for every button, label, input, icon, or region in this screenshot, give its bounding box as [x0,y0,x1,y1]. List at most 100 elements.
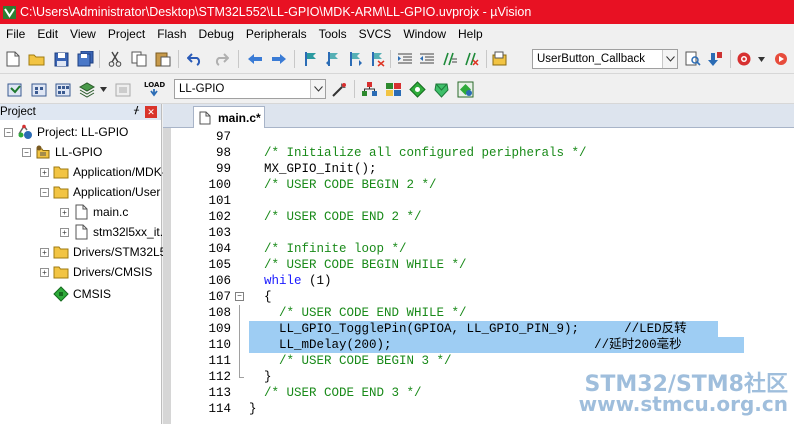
target-options-icon[interactable] [330,80,348,98]
redo-icon[interactable] [212,50,230,68]
menu-help[interactable]: Help [452,27,489,41]
uncomment-selection-icon[interactable] [462,50,480,68]
menu-peripherals[interactable]: Peripherals [240,27,313,41]
collapse-icon[interactable]: − [4,127,13,137]
collapse-icon[interactable]: − [40,187,49,197]
tree-item-group[interactable]: − Application/User [40,182,160,202]
code-line-highlighted: 110 LL_mDelay(200); //延时200毫秒 [163,337,794,353]
close-icon[interactable]: ✕ [145,106,157,118]
tree-item-group[interactable]: + Drivers/CMSIS [40,262,152,282]
navigate-back-icon[interactable] [246,50,264,68]
unindent-icon[interactable] [418,50,436,68]
expand-icon[interactable]: + [40,267,49,277]
save-icon[interactable] [52,50,70,68]
line-number: 112 [208,370,231,384]
tree-item-file[interactable]: + main.c [60,202,128,222]
code-line-highlighted: 109 LL_GPIO_TogglePin(GPIOA, LL_GPIO_PIN… [163,321,794,337]
tree-item-label: stm32l5xx_it.c [93,225,170,239]
project-pane-title: Project [0,106,36,118]
undo-icon[interactable] [186,50,204,68]
manage-rte-icon[interactable] [384,80,402,98]
code-text: /* Infinite loop */ [249,242,407,256]
next-bookmark-icon[interactable] [346,50,364,68]
line-number: 98 [215,146,231,160]
navigate-forward-icon[interactable] [270,50,288,68]
menu-flash[interactable]: Flash [151,27,192,41]
collapse-icon[interactable]: − [22,147,31,157]
code-line: 99 MX_GPIO_Init(); [163,161,794,177]
tree-item-cmsis[interactable]: CMSIS [53,284,111,304]
save-all-icon[interactable] [76,50,94,68]
code-line: 97 [163,129,794,145]
load-label: LOAD [144,81,165,89]
cut-icon[interactable] [106,50,124,68]
find-icon[interactable] [684,50,702,68]
bookmark-icon[interactable] [302,50,320,68]
file-icon [73,224,89,240]
run-to-cursor-icon[interactable] [772,50,790,68]
folder-icon [53,244,69,260]
tree-item-target[interactable]: − LL-GPIO [22,142,102,162]
code-keyword: while [264,274,302,288]
editor-tab-strip: main.c* [163,104,794,128]
stop-build-icon[interactable] [114,80,132,98]
find-in-files-icon[interactable] [491,50,509,68]
tab-main-c[interactable]: main.c* [193,106,265,128]
tree-item-file[interactable]: + stm32l5xx_it.c [60,222,169,242]
debug-session-icon[interactable] [736,50,754,68]
chevron-down-icon[interactable] [756,50,766,68]
menu-tools[interactable]: Tools [313,27,353,41]
prev-bookmark-icon[interactable] [324,50,342,68]
file-extensions-icon[interactable] [360,80,378,98]
expand-icon[interactable]: + [60,227,69,237]
menu-svcs[interactable]: SVCS [353,27,398,41]
tree-item-label: CMSIS [73,287,112,301]
menu-window[interactable]: Window [397,27,452,41]
rebuild-icon[interactable] [54,80,72,98]
project-pane: Project ᚋ ✕ − Project: LL-GPIO − LL-GPIO… [0,104,208,424]
chevron-down-icon[interactable] [310,80,325,98]
expand-icon[interactable]: + [60,207,69,217]
batch-build-icon[interactable] [78,80,96,98]
menu-edit[interactable]: Edit [31,27,64,41]
code-text: } [249,370,272,384]
translate-icon[interactable] [6,80,24,98]
folder-icon [53,184,69,200]
toolbar-separator [238,50,239,68]
indent-icon[interactable] [396,50,414,68]
menu-project[interactable]: Project [102,27,151,41]
pin-icon[interactable]: ᚋ [134,105,139,116]
menu-debug[interactable]: Debug [193,27,240,41]
paste-icon[interactable] [154,50,172,68]
download-icon[interactable]: LOAD [142,80,166,98]
incremental-find-icon[interactable] [706,50,724,68]
tree-item-project[interactable]: − Project: LL-GPIO [4,122,128,142]
clear-bookmarks-icon[interactable] [368,50,386,68]
comment-selection-icon[interactable] [440,50,458,68]
code-line: 108 /* USER CODE END WHILE */ [163,305,794,321]
menu-file[interactable]: File [0,27,31,41]
line-number: 113 [208,386,231,400]
menu-view[interactable]: View [64,27,102,41]
build-icon[interactable] [30,80,48,98]
chevron-down-icon[interactable] [662,50,677,68]
code-statement: LL_mDelay(200); [249,338,392,352]
function-combo[interactable]: UserButton_Callback [532,49,678,69]
pack-installer-icon[interactable] [408,80,426,98]
toolbar-separator [390,50,391,68]
expand-icon[interactable]: + [40,167,49,177]
collapse-icon[interactable]: − [235,292,244,301]
code-line: 100 /* USER CODE BEGIN 2 */ [163,177,794,193]
pack-manager-icon[interactable] [456,80,474,98]
new-file-icon[interactable] [4,50,22,68]
open-folder-icon[interactable] [28,50,46,68]
target-combo[interactable]: LL-GPIO [174,79,326,99]
select-packs-icon[interactable] [432,80,450,98]
copy-icon[interactable] [130,50,148,68]
fold-toggle[interactable]: − [235,289,245,305]
expand-icon[interactable]: + [40,247,49,257]
chevron-down-icon[interactable] [98,80,108,98]
fold-line [235,305,245,321]
line-number: 111 [208,354,231,368]
